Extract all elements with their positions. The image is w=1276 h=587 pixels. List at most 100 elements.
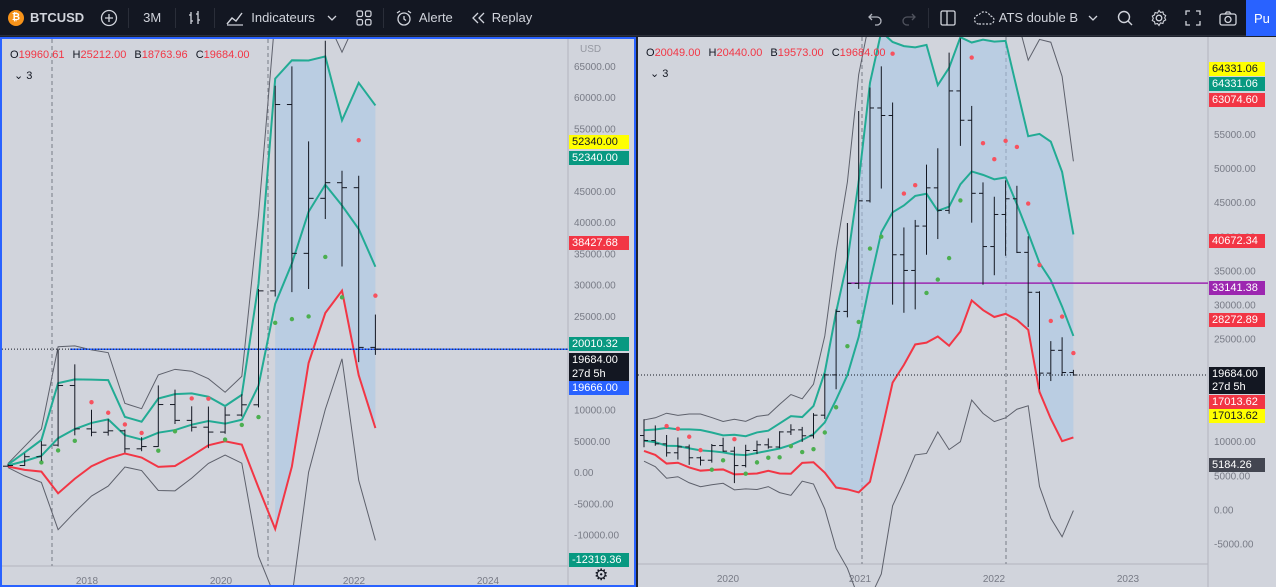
- sar-dot: [822, 430, 827, 435]
- sar-dot: [239, 422, 244, 428]
- time-tick-label: 2018: [76, 576, 99, 585]
- indicators-icon: [226, 12, 244, 26]
- sar-dot: [172, 429, 178, 434]
- sar-dot: [39, 460, 44, 465]
- ohlc-close-value: 19684.00: [203, 49, 250, 61]
- ohlc-open-label: O: [10, 49, 19, 61]
- redo-icon: [902, 13, 916, 26]
- sar-dot: [946, 255, 952, 261]
- sar-dot: [256, 414, 261, 420]
- price-axis-tag: 27d 5h: [569, 367, 629, 381]
- ohlc-low-label: B: [770, 47, 778, 59]
- ohlc-low-value: 18763.96: [141, 49, 188, 61]
- replay-button[interactable]: Replay: [461, 0, 540, 36]
- chart-type-button[interactable]: [178, 0, 212, 36]
- sar-dot: [698, 447, 703, 453]
- chart-canvas-right[interactable]: 60000.0055000.0050000.0045000.0040000.00…: [638, 37, 1276, 587]
- ohlc-legend: O19960.61 H25212.00 B18763.96 C19684.00: [10, 49, 255, 61]
- indicators-collapse-toggle[interactable]: ⌄ 3: [650, 67, 668, 80]
- sar-dot: [356, 138, 361, 143]
- chart-pane-left[interactable]: 65000.0060000.0055000.0050000.0045000.00…: [0, 37, 636, 587]
- fullscreen-button[interactable]: [1176, 0, 1210, 36]
- price-tick-label: 5000.00: [1214, 471, 1251, 482]
- sar-dot: [373, 293, 378, 298]
- price-tick-label: 30000.00: [1214, 301, 1256, 312]
- sar-dot: [55, 448, 61, 453]
- sar-dot: [89, 400, 94, 405]
- alarm-clock-icon: [396, 9, 412, 26]
- redo-button[interactable]: [892, 0, 926, 36]
- templates-button[interactable]: [347, 0, 381, 36]
- sar-dot: [777, 455, 782, 460]
- split-layout-icon: [940, 9, 956, 26]
- chart-pane-right[interactable]: 60000.0055000.0050000.0045000.0040000.00…: [638, 37, 1276, 587]
- plus-circle-icon: [101, 9, 118, 26]
- indicators-collapse-toggle[interactable]: ⌄ 3: [14, 69, 32, 82]
- publish-label: Pu: [1254, 10, 1270, 26]
- sar-dot: [720, 458, 726, 463]
- publish-button[interactable]: Pu: [1246, 0, 1276, 36]
- sar-dot: [1037, 262, 1042, 268]
- sar-dot: [1014, 144, 1020, 150]
- price-tick-label: 25000.00: [574, 312, 616, 323]
- sar-dot: [890, 51, 895, 56]
- top-toolbar: ₿ BTCUSD 3M Indicateurs Alerte Replay AT…: [0, 0, 1276, 36]
- sar-dot: [664, 423, 669, 429]
- sar-dot: [1059, 314, 1065, 319]
- price-axis-tag: 63074.60: [1209, 93, 1265, 107]
- price-axis-tag: 17013.62: [1209, 409, 1265, 423]
- cloud-icon: [973, 10, 995, 25]
- chevron-down-icon: [1088, 15, 1098, 21]
- layout-button[interactable]: [931, 0, 965, 36]
- sar-dot: [289, 316, 295, 322]
- price-axis-tag: 19666.00: [569, 381, 629, 395]
- sar-dot: [811, 446, 816, 452]
- gear-icon[interactable]: ⚙: [594, 565, 608, 585]
- sar-dot: [189, 396, 194, 401]
- ohlc-high-value: 20440.00: [716, 47, 763, 59]
- price-axis-tag: 17013.62: [1209, 395, 1265, 409]
- chart-canvas-left[interactable]: 65000.0060000.0055000.0050000.0045000.00…: [2, 39, 634, 585]
- sar-dot: [1003, 138, 1008, 144]
- sar-dot: [139, 430, 144, 436]
- save-layout-button[interactable]: ATS double B: [965, 0, 1108, 36]
- snapshot-button[interactable]: [1210, 0, 1246, 36]
- sar-dot: [833, 405, 839, 410]
- undo-button[interactable]: [858, 0, 892, 36]
- bar-chart-icon: [189, 10, 201, 24]
- time-tick-label: 2022: [983, 574, 1006, 585]
- price-tick-label: 5000.00: [574, 437, 611, 448]
- sar-dot: [732, 436, 737, 442]
- ohlc-open-value: 20049.00: [654, 47, 701, 59]
- sar-dot: [1026, 201, 1031, 206]
- toolbar-divider: [175, 7, 177, 28]
- symbol-search-button[interactable]: ₿ BTCUSD: [0, 0, 92, 36]
- search-button[interactable]: [1108, 0, 1142, 36]
- chevron-down-icon: ⌄: [650, 68, 660, 80]
- sar-dot: [766, 455, 771, 460]
- indicators-label: Indicateurs: [251, 10, 315, 25]
- price-tick-label: 60000.00: [574, 93, 616, 104]
- sar-dot: [958, 198, 963, 203]
- alert-button[interactable]: Alerte: [386, 0, 461, 36]
- sar-dot: [72, 438, 78, 444]
- sar-dot: [306, 314, 311, 319]
- compare-button[interactable]: [92, 0, 126, 36]
- price-tick-label: 45000.00: [574, 187, 616, 198]
- indicators-button[interactable]: Indicateurs: [217, 0, 347, 36]
- interval-button[interactable]: 3M: [131, 0, 173, 36]
- sar-dot: [339, 295, 345, 300]
- search-icon: [1117, 10, 1133, 25]
- sar-dot: [992, 157, 997, 162]
- sar-dot: [788, 443, 794, 449]
- toolbar-divider: [128, 7, 130, 28]
- settings-button[interactable]: [1142, 0, 1176, 36]
- sar-dot: [845, 343, 850, 349]
- sar-dot: [122, 422, 128, 427]
- time-tick-label: 2020: [717, 574, 740, 585]
- sar-dot: [754, 460, 760, 465]
- price-tick-label: 45000.00: [1214, 198, 1256, 209]
- alert-label: Alerte: [418, 10, 453, 25]
- price-tick-label: 65000.00: [574, 62, 616, 73]
- rewind-icon: [471, 12, 485, 23]
